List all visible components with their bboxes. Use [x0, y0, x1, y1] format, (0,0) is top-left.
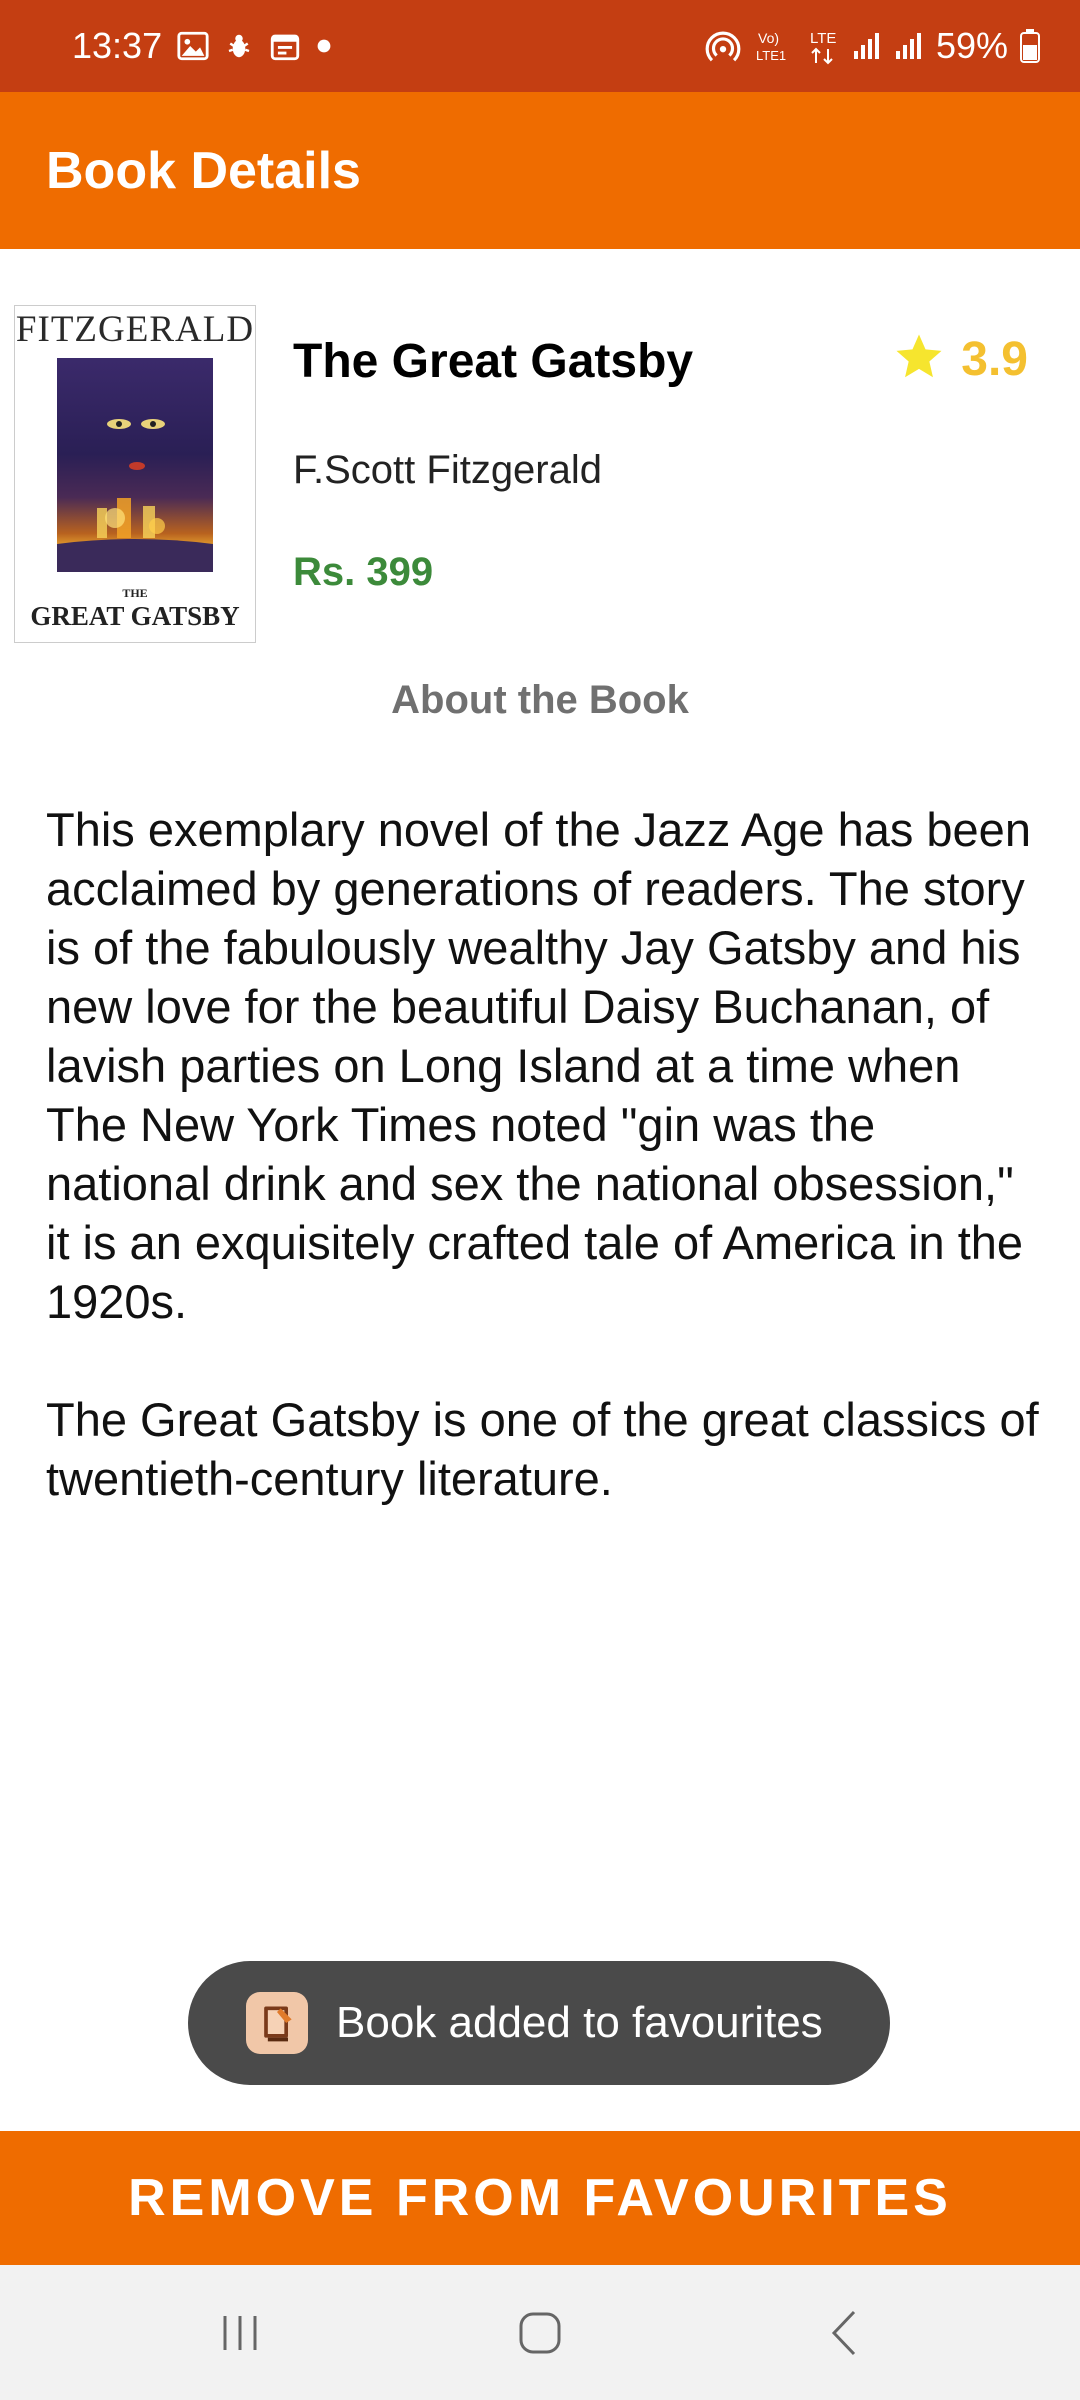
navigation-bar: [0, 2265, 1080, 2400]
volte-icon: Vo) LTE1: [754, 27, 794, 65]
about-heading: About the Book: [391, 678, 689, 722]
recent-apps-icon: [223, 2315, 257, 2350]
signal-icon: [894, 31, 924, 61]
hotspot-icon: [704, 27, 742, 65]
cover-small-text: THE: [122, 586, 148, 600]
cover-title-text: GREAT GATSBY: [30, 601, 240, 631]
status-time: 13:37: [72, 25, 163, 66]
book-rating: 3.9: [891, 330, 1028, 389]
rating-value: 3.9: [961, 333, 1028, 386]
battery-percentage: 59%: [935, 25, 1008, 66]
app-bar: Book Details: [0, 92, 1080, 249]
home-button[interactable]: [460, 2265, 620, 2400]
recent-apps-button[interactable]: [160, 2265, 320, 2400]
book-price: Rs. 399: [293, 550, 434, 594]
page-title: Book Details: [46, 141, 361, 200]
back-icon: [831, 2310, 856, 2355]
svg-text:Vo): Vo): [758, 30, 779, 46]
svg-text:LTE1: LTE1: [756, 48, 786, 63]
calendar-icon: [268, 29, 302, 63]
book-cover-image: FITZGERALD THE GREAT GATSBY: [14, 305, 256, 643]
book-author: F.Scott Fitzgerald: [293, 448, 603, 492]
signal-icon: [852, 31, 882, 61]
dot-icon: [316, 38, 332, 54]
bug-icon: [224, 29, 254, 63]
back-button[interactable]: [765, 2265, 925, 2400]
battery-icon: [1020, 29, 1040, 63]
image-icon: [176, 29, 210, 63]
toast-message: Book added to favourites: [188, 1961, 890, 2085]
lte-icon: LTE: [806, 27, 840, 65]
cover-author-text: FITZGERALD: [15, 306, 255, 354]
status-left: 13:37: [72, 0, 332, 92]
cover-artwork: [57, 358, 213, 572]
remove-from-favourites-button[interactable]: REMOVE FROM FAVOURITES: [0, 2131, 1080, 2265]
app-icon: [246, 1992, 308, 2054]
svg-text:LTE: LTE: [810, 30, 836, 47]
star-icon: [891, 330, 947, 389]
book-description: This exemplary novel of the Jazz Age has…: [46, 803, 1039, 1505]
book-title: The Great Gatsby: [293, 335, 694, 388]
status-right: Vo) LTE1 LTE 59%: [704, 0, 1040, 92]
toast-text: Book added to favourites: [336, 1998, 823, 2047]
status-bar: 13:37 Vo) LTE1 LTE 59%: [0, 0, 1080, 92]
home-icon: [519, 2312, 561, 2353]
